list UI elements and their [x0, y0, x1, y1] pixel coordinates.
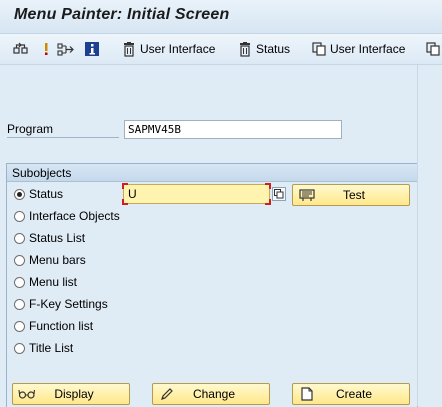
radio-label-menu-list: Menu list — [29, 275, 78, 289]
program-label: Program — [7, 122, 54, 136]
title-bar: Menu Painter: Initial Screen — [0, 0, 442, 34]
information-icon — [83, 40, 101, 58]
radio-label-fkey-settings: F-Key Settings — [29, 297, 108, 311]
copy-user-interface-label: User Interface — [330, 42, 406, 56]
create-button[interactable]: Create — [292, 383, 410, 405]
right-divider — [417, 64, 418, 406]
check-button[interactable] — [37, 39, 55, 59]
program-label-underline — [7, 137, 119, 138]
copy-icon — [424, 40, 442, 58]
radio-status[interactable]: Status — [14, 185, 63, 203]
where-used-icon — [57, 40, 75, 58]
radio-menu-list[interactable]: Menu list — [14, 273, 77, 291]
copy-status-button[interactable] — [424, 39, 442, 59]
radio-fkey-settings[interactable]: F-Key Settings — [14, 295, 108, 313]
pencil-icon — [157, 387, 177, 401]
radio-label-title-list: Title List — [29, 341, 74, 355]
test-icon — [297, 188, 317, 202]
radio-label-interface-objects: Interface Objects — [29, 209, 120, 223]
focus-corner — [122, 183, 128, 189]
delete-user-interface-label: User Interface — [140, 42, 216, 56]
status-input[interactable]: U — [122, 183, 271, 205]
radio-label-menu-bars: Menu bars — [29, 253, 86, 267]
radio-button[interactable] — [14, 342, 25, 354]
test-button[interactable]: Test — [292, 184, 410, 206]
focus-corner — [265, 199, 271, 205]
change-button[interactable]: Change — [152, 383, 270, 405]
copy-user-interface-button[interactable]: User Interface — [310, 39, 405, 59]
program-input[interactable]: SAPMV45B — [124, 120, 342, 139]
radio-button[interactable] — [14, 210, 25, 222]
radio-button[interactable] — [14, 298, 25, 310]
delete-icon — [120, 40, 138, 58]
info-exclamation-icon — [37, 40, 55, 58]
change-button-label: Change — [192, 387, 236, 401]
display-button-label: Display — [54, 387, 94, 401]
other-object-icon — [12, 40, 30, 58]
radio-title-list[interactable]: Title List — [14, 339, 73, 357]
subobjects-header: Subobjects — [7, 164, 417, 182]
radio-label-status-list: Status List — [29, 231, 86, 245]
radio-button[interactable] — [14, 232, 25, 244]
information-button[interactable] — [83, 39, 101, 59]
radio-button[interactable] — [14, 254, 25, 266]
radio-function-list[interactable]: Function list — [14, 317, 93, 335]
radio-label-function-list: Function list — [29, 319, 94, 333]
where-used-button[interactable] — [57, 39, 75, 59]
subobjects-group: Subobjects Status Interface Objects Stat… — [6, 163, 418, 407]
copy-icon — [310, 40, 328, 58]
focus-corner — [122, 199, 128, 205]
new-document-icon — [297, 387, 317, 401]
display-button[interactable]: Display — [12, 383, 130, 405]
delete-user-interface-button[interactable]: User Interface — [120, 39, 215, 59]
radio-menu-bars[interactable]: Menu bars — [14, 251, 86, 269]
display-glasses-icon — [17, 388, 37, 400]
status-input-value: U — [128, 187, 137, 201]
test-button-label: Test — [342, 188, 365, 202]
radio-button[interactable] — [14, 320, 25, 332]
other-object-button[interactable] — [12, 39, 30, 59]
value-help-icon — [274, 189, 284, 199]
radio-status-list[interactable]: Status List — [14, 229, 85, 247]
value-help-button[interactable] — [272, 187, 286, 201]
create-button-label: Create — [335, 387, 373, 401]
radio-interface-objects[interactable]: Interface Objects — [14, 207, 120, 225]
radio-button-selected[interactable] — [14, 188, 25, 200]
radio-button[interactable] — [14, 276, 25, 288]
subobjects-title: Subobjects — [12, 166, 72, 180]
radio-label-status: Status — [29, 187, 64, 201]
main-content: Program SAPMV45B Subobjects Status Inter… — [0, 65, 442, 407]
application-toolbar: User Interface Status User Interface — [0, 34, 442, 65]
delete-status-label: Status — [256, 42, 291, 56]
delete-status-button[interactable]: Status — [236, 39, 290, 59]
focus-corner — [265, 183, 271, 189]
window-title: Menu Painter: Initial Screen — [14, 6, 230, 23]
delete-icon — [236, 40, 254, 58]
